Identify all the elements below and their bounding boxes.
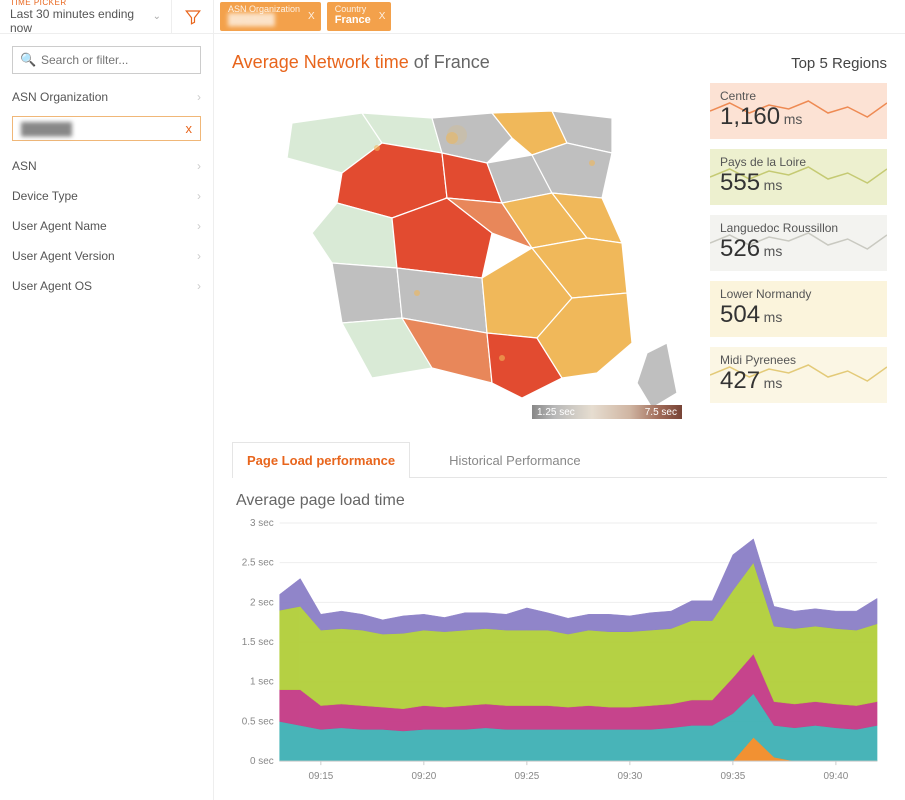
map-title: Average Network time of France [232, 52, 490, 73]
facet-row[interactable]: User Agent OS› [12, 271, 201, 301]
region-card[interactable]: Midi Pyrenees427 ms [710, 347, 887, 403]
facet-row[interactable]: ASN› [12, 151, 201, 181]
remove-icon[interactable]: x [186, 121, 193, 136]
svg-text:09:40: 09:40 [823, 771, 848, 782]
svg-text:09:20: 09:20 [411, 771, 436, 782]
chevron-right-icon: › [197, 159, 201, 173]
funnel-icon [184, 8, 202, 26]
svg-text:1.5 sec: 1.5 sec [242, 637, 274, 648]
top-regions-title: Top 5 Regions [791, 55, 887, 72]
region-card[interactable]: Centre1,160 ms [710, 83, 887, 139]
svg-text:2.5 sec: 2.5 sec [242, 558, 274, 569]
chevron-right-icon: › [197, 90, 201, 104]
facet-list: ASN Organization› ██████x ASN›Device Type›… [0, 82, 213, 301]
svg-text:0.5 sec: 0.5 sec [242, 716, 274, 727]
facet-row[interactable]: User Agent Name› [12, 211, 201, 241]
svg-text:09:35: 09:35 [720, 771, 745, 782]
facet-row[interactable]: Device Type› [12, 181, 201, 211]
svg-text:09:15: 09:15 [308, 771, 333, 782]
pageload-chart[interactable]: 0 sec 0.5 sec 1 sec 1.5 sec 2 sec 2.5 sec 3 se… [232, 516, 887, 786]
filter-chips: ASN Organization██████XCountryFranceX [214, 0, 905, 33]
tab[interactable]: Historical Performance [434, 442, 596, 478]
region-card[interactable]: Languedoc Roussillon526 ms [710, 215, 887, 271]
svg-text:2 sec: 2 sec [250, 597, 274, 608]
chevron-right-icon: › [197, 249, 201, 263]
svg-text:0 sec: 0 sec [250, 756, 274, 767]
chevron-right-icon: › [197, 279, 201, 293]
search-input[interactable] [12, 46, 201, 74]
svg-text:3 sec: 3 sec [250, 518, 274, 529]
facet-selected-value[interactable]: ██████x [12, 116, 201, 141]
sidebar: 🔍 ASN Organization› ██████x ASN›Device Typ… [0, 34, 214, 800]
time-picker-value: Last 30 minutes ending now [10, 7, 153, 35]
close-icon[interactable]: X [379, 11, 386, 22]
chevron-right-icon: › [197, 189, 201, 203]
chevron-right-icon: › [197, 219, 201, 233]
chevron-down-icon: ⌄ [153, 11, 161, 22]
svg-text:1 sec: 1 sec [250, 677, 274, 688]
facet-row[interactable]: ASN Organization› [12, 82, 201, 112]
top-regions-list: Centre1,160 ms Pays de la Loire555 ms Lang… [710, 83, 887, 423]
filter-icon-button[interactable] [172, 0, 214, 33]
time-picker-label: TIME PICKER [10, 0, 153, 7]
region-card[interactable]: Pays de la Loire555 ms [710, 149, 887, 205]
search-icon: 🔍 [20, 52, 36, 68]
map-france[interactable]: 1.25 sec 7.5 sec [232, 83, 692, 423]
content: Average Network time of France Top 5 Reg… [214, 34, 905, 800]
facet-row[interactable]: User Agent Version› [12, 241, 201, 271]
svg-text:09:25: 09:25 [514, 771, 539, 782]
map-legend: 1.25 sec 7.5 sec [532, 405, 682, 419]
chart-title: Average page load time [236, 492, 887, 510]
close-icon[interactable]: X [308, 11, 315, 22]
filter-chip[interactable]: CountryFranceX [327, 2, 392, 30]
time-picker[interactable]: TIME PICKER Last 30 minutes ending now ⌄ [0, 0, 172, 33]
tab[interactable]: Page Load performance [232, 442, 410, 478]
region-card[interactable]: Lower Normandy504 ms [710, 281, 887, 337]
tabs: Page Load performance Historical Performa… [232, 441, 887, 478]
svg-text:09:30: 09:30 [617, 771, 642, 782]
filter-chip[interactable]: ASN Organization██████X [220, 2, 321, 30]
